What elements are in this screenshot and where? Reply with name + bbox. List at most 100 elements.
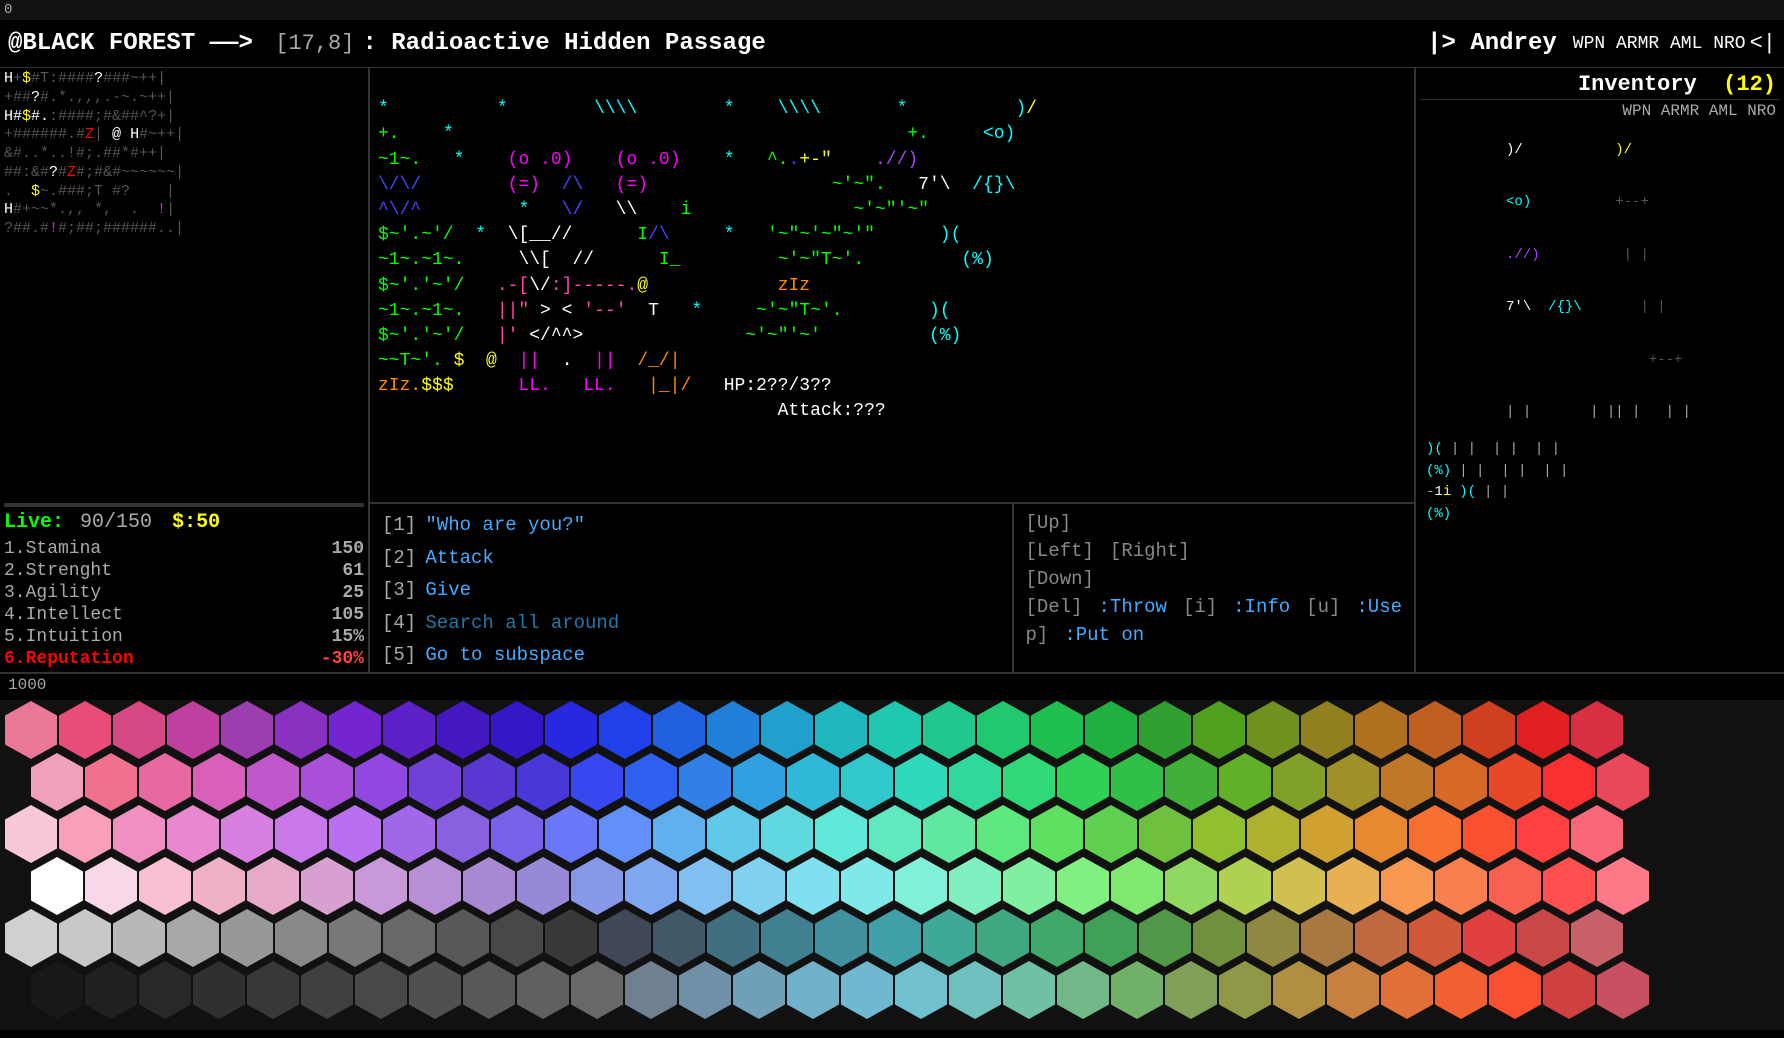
palette-color[interactable] [923, 805, 975, 863]
palette-color[interactable] [517, 961, 569, 1019]
palette-color[interactable] [1111, 753, 1163, 811]
palette-color[interactable] [1139, 701, 1191, 759]
palette-color[interactable] [517, 753, 569, 811]
palette-color[interactable] [625, 753, 677, 811]
palette-color[interactable] [545, 701, 597, 759]
palette-color[interactable] [1193, 701, 1245, 759]
palette-color[interactable] [275, 909, 327, 967]
palette-color[interactable] [1355, 909, 1407, 967]
palette-color[interactable] [1571, 701, 1623, 759]
palette-color[interactable] [383, 909, 435, 967]
palette-color[interactable] [841, 857, 893, 915]
palette-color[interactable] [59, 701, 111, 759]
palette-color[interactable] [329, 909, 381, 967]
palette-color[interactable] [247, 961, 299, 1019]
palette-color[interactable] [653, 701, 705, 759]
palette-color[interactable] [1489, 857, 1541, 915]
palette-color[interactable] [1301, 909, 1353, 967]
action-item-3[interactable]: [3] Give [382, 577, 1000, 604]
palette-color[interactable] [1463, 805, 1515, 863]
palette-color[interactable] [437, 701, 489, 759]
palette-color[interactable] [85, 961, 137, 1019]
palette-color[interactable] [599, 909, 651, 967]
palette-color[interactable] [31, 857, 83, 915]
palette-color[interactable] [653, 909, 705, 967]
palette-color[interactable] [247, 857, 299, 915]
palette-color[interactable] [275, 805, 327, 863]
palette-color[interactable] [1003, 857, 1055, 915]
palette-color[interactable] [113, 701, 165, 759]
palette-color[interactable] [599, 701, 651, 759]
palette-color[interactable] [437, 909, 489, 967]
palette-color[interactable] [977, 805, 1029, 863]
palette-color[interactable] [1057, 857, 1109, 915]
palette-color[interactable] [5, 701, 57, 759]
palette-color[interactable] [1273, 857, 1325, 915]
palette-color[interactable] [1409, 909, 1461, 967]
palette-color[interactable] [1165, 753, 1217, 811]
palette-color[interactable] [1409, 701, 1461, 759]
palette-color[interactable] [1435, 857, 1487, 915]
palette-color[interactable] [1301, 701, 1353, 759]
palette-color[interactable] [1301, 805, 1353, 863]
palette-color[interactable] [1031, 805, 1083, 863]
palette-color[interactable] [1597, 753, 1649, 811]
palette-color[interactable] [1571, 805, 1623, 863]
palette-color[interactable] [733, 753, 785, 811]
palette-color[interactable] [355, 753, 407, 811]
palette-color[interactable] [355, 857, 407, 915]
palette-color[interactable] [545, 909, 597, 967]
palette-color[interactable] [1489, 961, 1541, 1019]
palette-color[interactable] [1085, 909, 1137, 967]
palette-color[interactable] [545, 805, 597, 863]
palette-color[interactable] [193, 753, 245, 811]
palette-color[interactable] [409, 961, 461, 1019]
palette-color[interactable] [977, 909, 1029, 967]
palette-color[interactable] [139, 857, 191, 915]
palette-color[interactable] [1463, 701, 1515, 759]
palette-color[interactable] [1489, 753, 1541, 811]
palette-color[interactable] [329, 701, 381, 759]
palette-color[interactable] [679, 857, 731, 915]
palette-color[interactable] [275, 701, 327, 759]
palette-color[interactable] [895, 857, 947, 915]
palette-color[interactable] [1057, 961, 1109, 1019]
palette-color[interactable] [59, 909, 111, 967]
palette-color[interactable] [923, 909, 975, 967]
palette-color[interactable] [707, 909, 759, 967]
palette-color[interactable] [653, 805, 705, 863]
action-item-2[interactable]: [2] Attack [382, 545, 1000, 572]
palette-color[interactable] [1571, 909, 1623, 967]
palette-color[interactable] [1003, 961, 1055, 1019]
palette-color[interactable] [923, 701, 975, 759]
palette-color[interactable] [869, 701, 921, 759]
palette-color[interactable] [1543, 961, 1595, 1019]
palette-color[interactable] [409, 753, 461, 811]
palette-color[interactable] [787, 857, 839, 915]
palette-color[interactable] [301, 857, 353, 915]
palette-color[interactable] [355, 961, 407, 1019]
palette-color[interactable] [221, 805, 273, 863]
palette-color[interactable] [301, 753, 353, 811]
palette-color[interactable] [1273, 961, 1325, 1019]
palette-color[interactable] [895, 753, 947, 811]
palette-color[interactable] [707, 805, 759, 863]
palette-color[interactable] [1517, 909, 1569, 967]
palette-color[interactable] [733, 857, 785, 915]
palette-color[interactable] [1247, 805, 1299, 863]
palette-color[interactable] [841, 961, 893, 1019]
palette-color[interactable] [1327, 961, 1379, 1019]
palette-color[interactable] [113, 805, 165, 863]
palette-color[interactable] [571, 961, 623, 1019]
palette-color[interactable] [517, 857, 569, 915]
action-item-4[interactable]: [4] Search all around [382, 610, 1000, 637]
palette-color[interactable] [679, 753, 731, 811]
palette-color[interactable] [1597, 857, 1649, 915]
palette-color[interactable] [167, 909, 219, 967]
palette-color[interactable] [1219, 753, 1271, 811]
palette-color[interactable] [139, 753, 191, 811]
palette-color[interactable] [85, 753, 137, 811]
palette-color[interactable] [869, 909, 921, 967]
palette-color[interactable] [1409, 805, 1461, 863]
palette-color[interactable] [1031, 909, 1083, 967]
